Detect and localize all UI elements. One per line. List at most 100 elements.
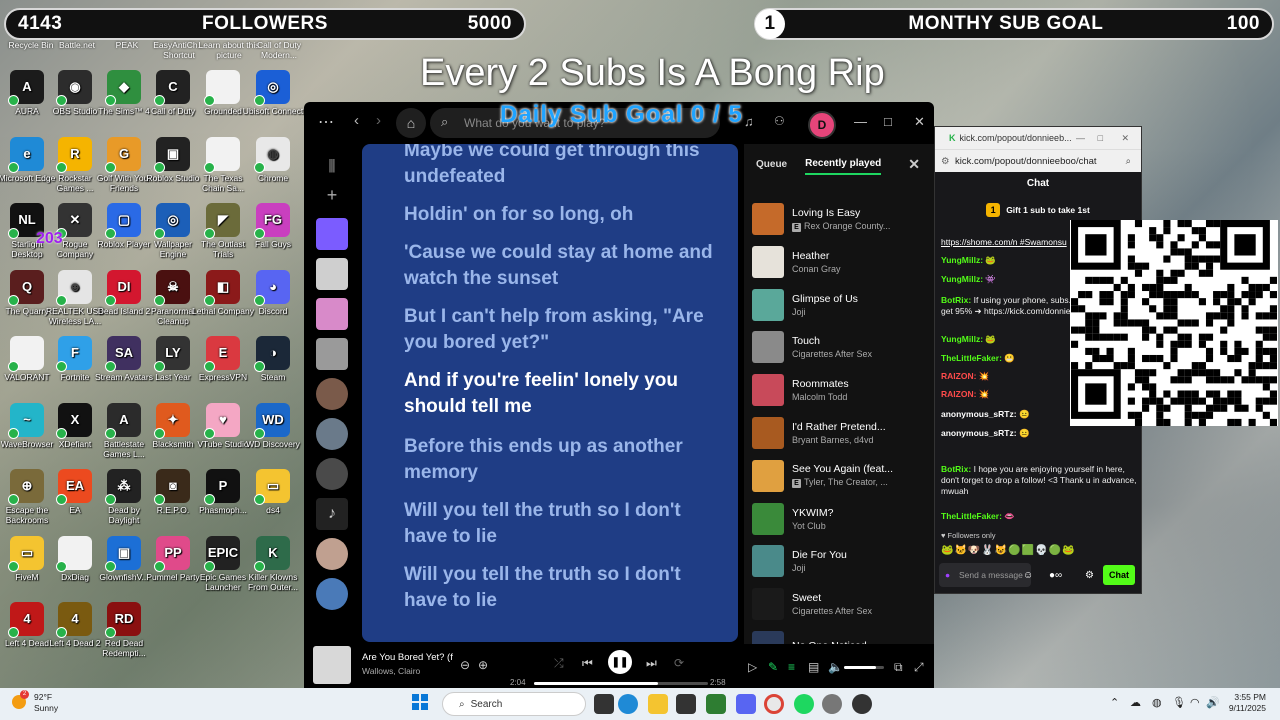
maximize-icon[interactable]: □: [884, 114, 892, 129]
chat-message[interactable]: TheLittleFaker: 👄: [941, 511, 1137, 522]
desktop-icon[interactable]: ▭ ds4: [242, 469, 304, 515]
site-info-icon[interactable]: ⚙: [941, 156, 950, 167]
obs-icon[interactable]: [852, 694, 872, 714]
file-explorer-icon[interactable]: [648, 694, 668, 714]
recent-track[interactable]: YKWIM? Yot Club: [752, 502, 924, 536]
library-icon[interactable]: ⫼: [314, 158, 350, 175]
progress-bar[interactable]: [534, 682, 708, 685]
settings-icon[interactable]: ⚙: [1085, 570, 1094, 581]
library-item[interactable]: [316, 218, 348, 250]
queue-icon[interactable]: ≡: [788, 660, 795, 674]
chat-username[interactable]: TheLittleFaker:: [941, 353, 1002, 363]
close-icon[interactable]: ✕: [1121, 133, 1129, 144]
desktop-icon[interactable]: RD Red Dead Redempti...: [93, 602, 155, 658]
minimize-icon[interactable]: —: [1076, 133, 1085, 143]
library-item[interactable]: [316, 578, 348, 610]
zoom-icon[interactable]: ⌕: [1126, 156, 1131, 167]
profile-avatar[interactable]: D: [808, 111, 836, 139]
menu-dots-icon[interactable]: ⋯: [318, 112, 334, 132]
shuffle-icon[interactable]: ⤮: [554, 656, 564, 671]
connect-device-icon[interactable]: ▤: [808, 660, 819, 674]
fullscreen-icon[interactable]: ⤢: [914, 660, 924, 675]
add-to-playlist-icon[interactable]: ⊕: [478, 658, 488, 672]
chat-username[interactable]: YungMillz:: [941, 255, 983, 265]
lyric-line[interactable]: 'Cause we could stay at home and watch t…: [404, 240, 724, 292]
library-item[interactable]: [316, 338, 348, 370]
chat-username[interactable]: RAIZON:: [941, 389, 976, 399]
tray-app-icon[interactable]: ◍: [1152, 696, 1162, 709]
previous-icon[interactable]: ⏮: [582, 656, 593, 671]
speaker-icon[interactable]: 🔊: [1206, 696, 1220, 709]
system-clock[interactable]: 3:55 PM 9/11/2025: [1229, 692, 1266, 714]
volume-icon[interactable]: 🔈: [828, 660, 843, 674]
weather-widget[interactable]: 2 92°F Sunny: [12, 690, 58, 714]
add-icon[interactable]: +: [314, 185, 350, 206]
lyric-line[interactable]: Will you tell the truth so I don't have …: [404, 562, 724, 614]
chat-message[interactable]: BotRix: I hope you are enjoying yourself…: [941, 464, 1137, 497]
chat-send-button[interactable]: Chat: [1103, 565, 1135, 585]
next-icon[interactable]: ⏭: [646, 656, 657, 671]
remove-icon[interactable]: ⊖: [460, 658, 470, 672]
desktop-icon[interactable]: ◑ Steam: [242, 336, 304, 382]
points-icon[interactable]: ●∞: [1049, 570, 1062, 581]
chat-username[interactable]: anonymous_sRTz:: [941, 428, 1017, 438]
recent-track[interactable]: Touch Cigarettes After Sex: [752, 330, 924, 364]
chat-input[interactable]: ● Send a message: [939, 563, 1031, 587]
lyric-line[interactable]: Before this ends up as another memory: [404, 434, 724, 486]
spotify-icon[interactable]: [794, 694, 814, 714]
volume-slider[interactable]: [844, 666, 884, 669]
now-playing-view-icon[interactable]: ▷: [748, 660, 757, 674]
lyric-line[interactable]: Holdin' on for so long, oh: [404, 202, 724, 228]
library-item[interactable]: ♪: [316, 498, 348, 530]
recent-track[interactable]: Glimpse of Us Joji: [752, 288, 924, 322]
xbox-icon[interactable]: [706, 694, 726, 714]
windows-start-icon[interactable]: [412, 694, 428, 710]
bell-icon[interactable]: ♫: [744, 114, 754, 129]
now-playing-cover[interactable]: [313, 646, 351, 684]
chat-username[interactable]: BotRix:: [941, 295, 971, 305]
desktop-icon[interactable]: ◎ Ubisoft Connect: [242, 70, 304, 116]
recent-track[interactable]: Sweet Cigarettes After Sex: [752, 587, 924, 621]
back-arrow-icon[interactable]: ‹: [354, 112, 359, 129]
lyric-line[interactable]: But I can't help from asking, "Are you b…: [404, 304, 724, 356]
desktop-icon[interactable]: K Killer Klowns From Outer...: [242, 535, 304, 592]
recent-track[interactable]: I'd Rather Pretend... Bryant Barnes, d4vd: [752, 416, 924, 450]
close-queue-icon[interactable]: ✕: [908, 156, 920, 173]
recent-track[interactable]: Die For You Joji: [752, 544, 924, 578]
desktop-icon[interactable]: WD WD Discovery: [242, 402, 304, 449]
tab-recently-played[interactable]: Recently played: [805, 154, 882, 175]
task-view-icon[interactable]: [594, 694, 614, 714]
forward-arrow-icon[interactable]: ›: [376, 112, 381, 129]
recent-track[interactable]: Heather Conan Gray: [752, 245, 924, 279]
chat-username[interactable]: YungMillz:: [941, 334, 983, 344]
kick-address-bar[interactable]: ⚙ kick.com/popout/donnieeboo/chat ⌕: [935, 149, 1141, 172]
friends-icon[interactable]: ⚇: [774, 114, 785, 128]
minimize-icon[interactable]: —: [854, 114, 867, 129]
emoji-icon[interactable]: ☺: [1023, 570, 1033, 581]
edge-icon[interactable]: [618, 694, 638, 714]
now-playing-artist[interactable]: Wallows, Clairo: [362, 666, 420, 676]
desktop-icon[interactable]: ◍ Chrome: [242, 136, 304, 183]
pause-button[interactable]: ❚❚: [608, 650, 632, 674]
desktop-icon[interactable]: FG Fall Guys: [242, 203, 304, 249]
lyrics-icon[interactable]: ✎: [768, 660, 778, 674]
library-item[interactable]: [316, 258, 348, 290]
lyric-line[interactable]: Maybe we could get through this undefeat…: [404, 144, 724, 190]
recent-track[interactable]: Roommates Malcolm Todd: [752, 373, 924, 407]
settings-icon[interactable]: [822, 694, 842, 714]
now-playing-title[interactable]: Are You Bored Yet? (f: [362, 652, 454, 663]
repeat-icon[interactable]: ⟳: [674, 656, 684, 670]
recent-track[interactable]: See You Again (feat... E Tyler, The Creato…: [752, 459, 924, 493]
chat-username[interactable]: YungMillz:: [941, 274, 983, 284]
chrome-icon[interactable]: [764, 694, 784, 714]
store-icon[interactable]: [676, 694, 696, 714]
miniplayer-icon[interactable]: ⧉: [894, 660, 903, 675]
wifi-icon[interactable]: ◠: [1190, 696, 1200, 709]
library-item[interactable]: [316, 418, 348, 450]
lyric-line-active[interactable]: And if you're feelin' lonely you should …: [404, 368, 724, 420]
recent-track[interactable]: Loving Is Easy E Rex Orange County...: [752, 202, 924, 236]
close-icon[interactable]: ✕: [914, 114, 925, 130]
microphone-icon[interactable]: 🎙: [1172, 696, 1186, 709]
tray-chevron-icon[interactable]: ⌃: [1110, 696, 1119, 709]
maximize-icon[interactable]: □: [1098, 133, 1103, 143]
